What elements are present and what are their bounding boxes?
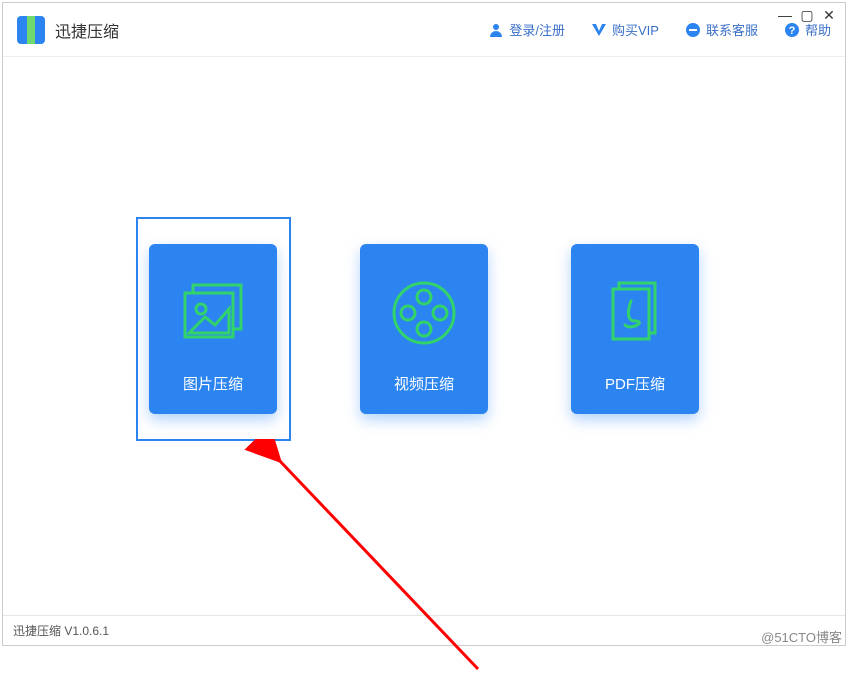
login-link[interactable]: 登录/注册	[488, 20, 565, 39]
watermark: @51CTO博客	[761, 627, 842, 646]
image-compress-tile[interactable]: 图片压缩	[149, 244, 277, 414]
footer: 迅捷压缩 V1.0.6.1	[3, 615, 845, 645]
pdf-icon	[599, 258, 671, 367]
main-area: 图片压缩 视频压缩	[3, 57, 845, 615]
pdf-compress-label: PDF压缩	[605, 373, 665, 394]
maximize-button[interactable]: ▢	[797, 7, 817, 24]
image-compress-tile-wrap: 图片压缩	[136, 217, 291, 441]
titlebar: 迅捷压缩 登录/注册 购买VIP 联系客服	[3, 3, 845, 57]
minimize-button[interactable]: —	[775, 7, 795, 24]
vip-icon	[591, 22, 607, 38]
svg-text:?: ?	[789, 25, 796, 37]
pdf-compress-tile[interactable]: PDF压缩	[571, 244, 699, 414]
version-label: 迅捷压缩 V1.0.6.1	[13, 622, 109, 639]
app-logo-icon	[17, 16, 45, 44]
video-reel-icon	[388, 258, 460, 367]
pdf-compress-tile-wrap: PDF压缩	[558, 217, 713, 441]
chat-icon	[685, 22, 701, 38]
user-icon	[488, 22, 504, 38]
close-button[interactable]: ✕	[819, 7, 839, 24]
support-link[interactable]: 联系客服	[685, 20, 758, 39]
video-compress-tile[interactable]: 视频压缩	[360, 244, 488, 414]
window-controls: — ▢ ✕	[775, 7, 839, 24]
image-compress-label: 图片压缩	[183, 373, 243, 394]
app-title: 迅捷压缩	[55, 18, 119, 42]
vip-label: 购买VIP	[612, 20, 659, 39]
support-label: 联系客服	[706, 20, 758, 39]
login-label: 登录/注册	[509, 20, 565, 39]
tile-row: 图片压缩 视频压缩	[136, 217, 713, 615]
vip-link[interactable]: 购买VIP	[591, 20, 659, 39]
video-compress-label: 视频压缩	[394, 373, 454, 394]
image-icon	[177, 258, 249, 367]
video-compress-tile-wrap: 视频压缩	[347, 217, 502, 441]
app-window: — ▢ ✕ 迅捷压缩 登录/注册 购买VIP	[2, 2, 846, 646]
